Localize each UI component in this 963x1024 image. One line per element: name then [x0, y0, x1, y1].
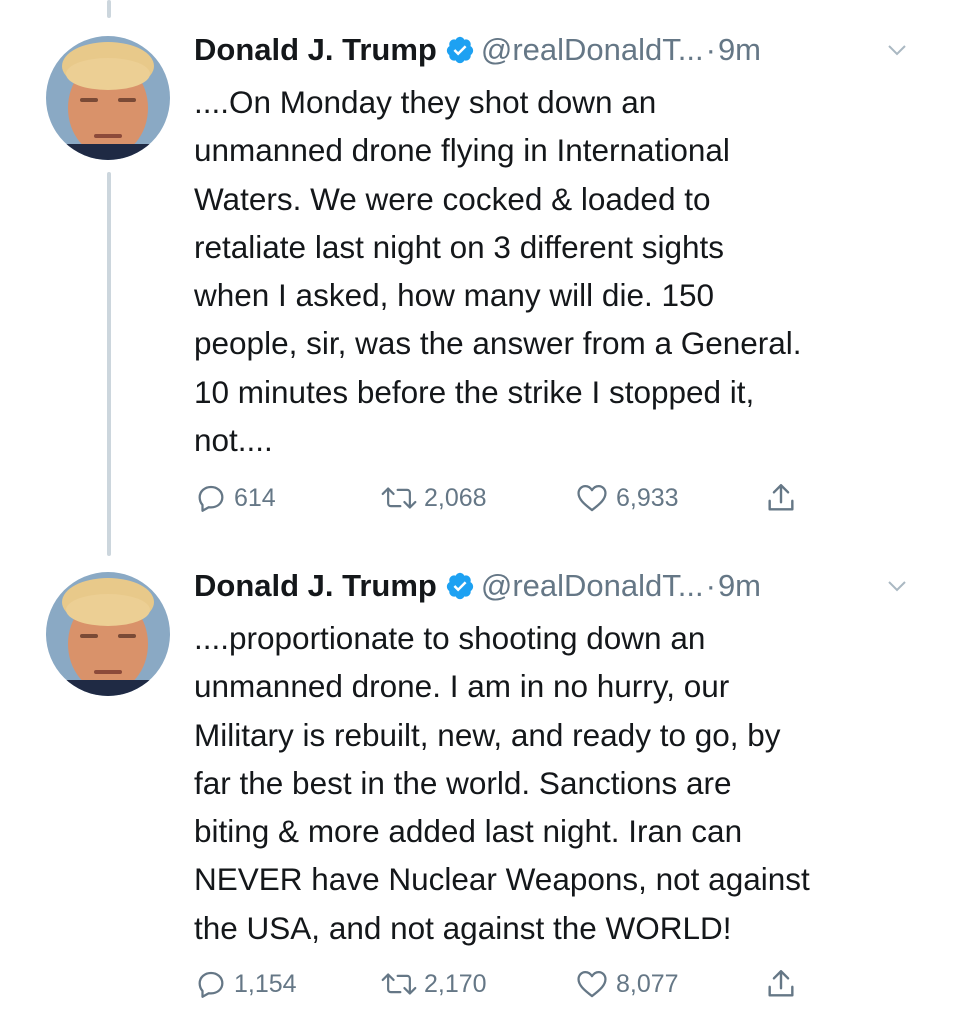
reply-icon [198, 485, 224, 512]
share-icon [768, 484, 794, 511]
timestamp[interactable]: 9m [718, 564, 761, 608]
verified-badge-icon [446, 36, 473, 64]
separator-dot: · [705, 32, 716, 67]
like-count: 6,933 [616, 483, 679, 512]
tweet-header: Donald J. Trump @realDonaldT... · 9m [194, 28, 923, 72]
reply-count: 614 [234, 483, 276, 512]
like-button[interactable]: 8,077 [574, 964, 679, 1004]
heart-icon [577, 484, 607, 512]
chevron-down-icon[interactable] [885, 574, 909, 598]
author-handle[interactable]: @realDonaldT... [481, 28, 704, 72]
timestamp[interactable]: 9m [718, 28, 761, 72]
reply-count: 1,154 [234, 969, 297, 998]
tweet-actions: 1,154 2,170 8,077 [194, 964, 834, 1004]
verified-badge-icon [446, 572, 473, 600]
like-button[interactable]: 6,933 [574, 478, 679, 518]
tweet[interactable]: Donald J. Trump @realDonaldT... · 9m ...… [0, 0, 963, 540]
reply-button[interactable]: 1,154 [194, 964, 297, 1004]
tweet-text: ....On Monday they shot down an unmanned… [194, 84, 802, 459]
avatar[interactable] [46, 572, 170, 696]
author-name[interactable]: Donald J. Trump [194, 28, 437, 72]
tweet[interactable]: Donald J. Trump @realDonaldT... · 9m ...… [0, 560, 963, 1024]
retweet-button[interactable]: 2,170 [380, 964, 487, 1004]
share-button[interactable] [764, 964, 804, 1004]
retweet-count: 2,068 [424, 483, 487, 512]
tweet-text: ....proportionate to shooting down an un… [194, 620, 810, 946]
author-handle[interactable]: @realDonaldT... [481, 564, 704, 608]
retweet-icon [381, 973, 417, 995]
retweet-button[interactable]: 2,068 [380, 478, 487, 518]
heart-icon [577, 970, 607, 998]
separator-dot: · [705, 568, 716, 603]
retweet-icon [381, 487, 417, 509]
reply-button[interactable]: 614 [194, 478, 276, 518]
tweet-header: Donald J. Trump @realDonaldT... · 9m [194, 564, 923, 608]
chevron-down-icon[interactable] [885, 38, 909, 62]
share-button[interactable] [764, 478, 804, 518]
author-name[interactable]: Donald J. Trump [194, 564, 437, 608]
avatar[interactable] [46, 36, 170, 160]
reply-icon [198, 971, 224, 998]
retweet-count: 2,170 [424, 969, 487, 998]
share-icon [768, 970, 794, 997]
tweet-actions: 614 2,068 6,933 [194, 478, 834, 518]
like-count: 8,077 [616, 969, 679, 998]
